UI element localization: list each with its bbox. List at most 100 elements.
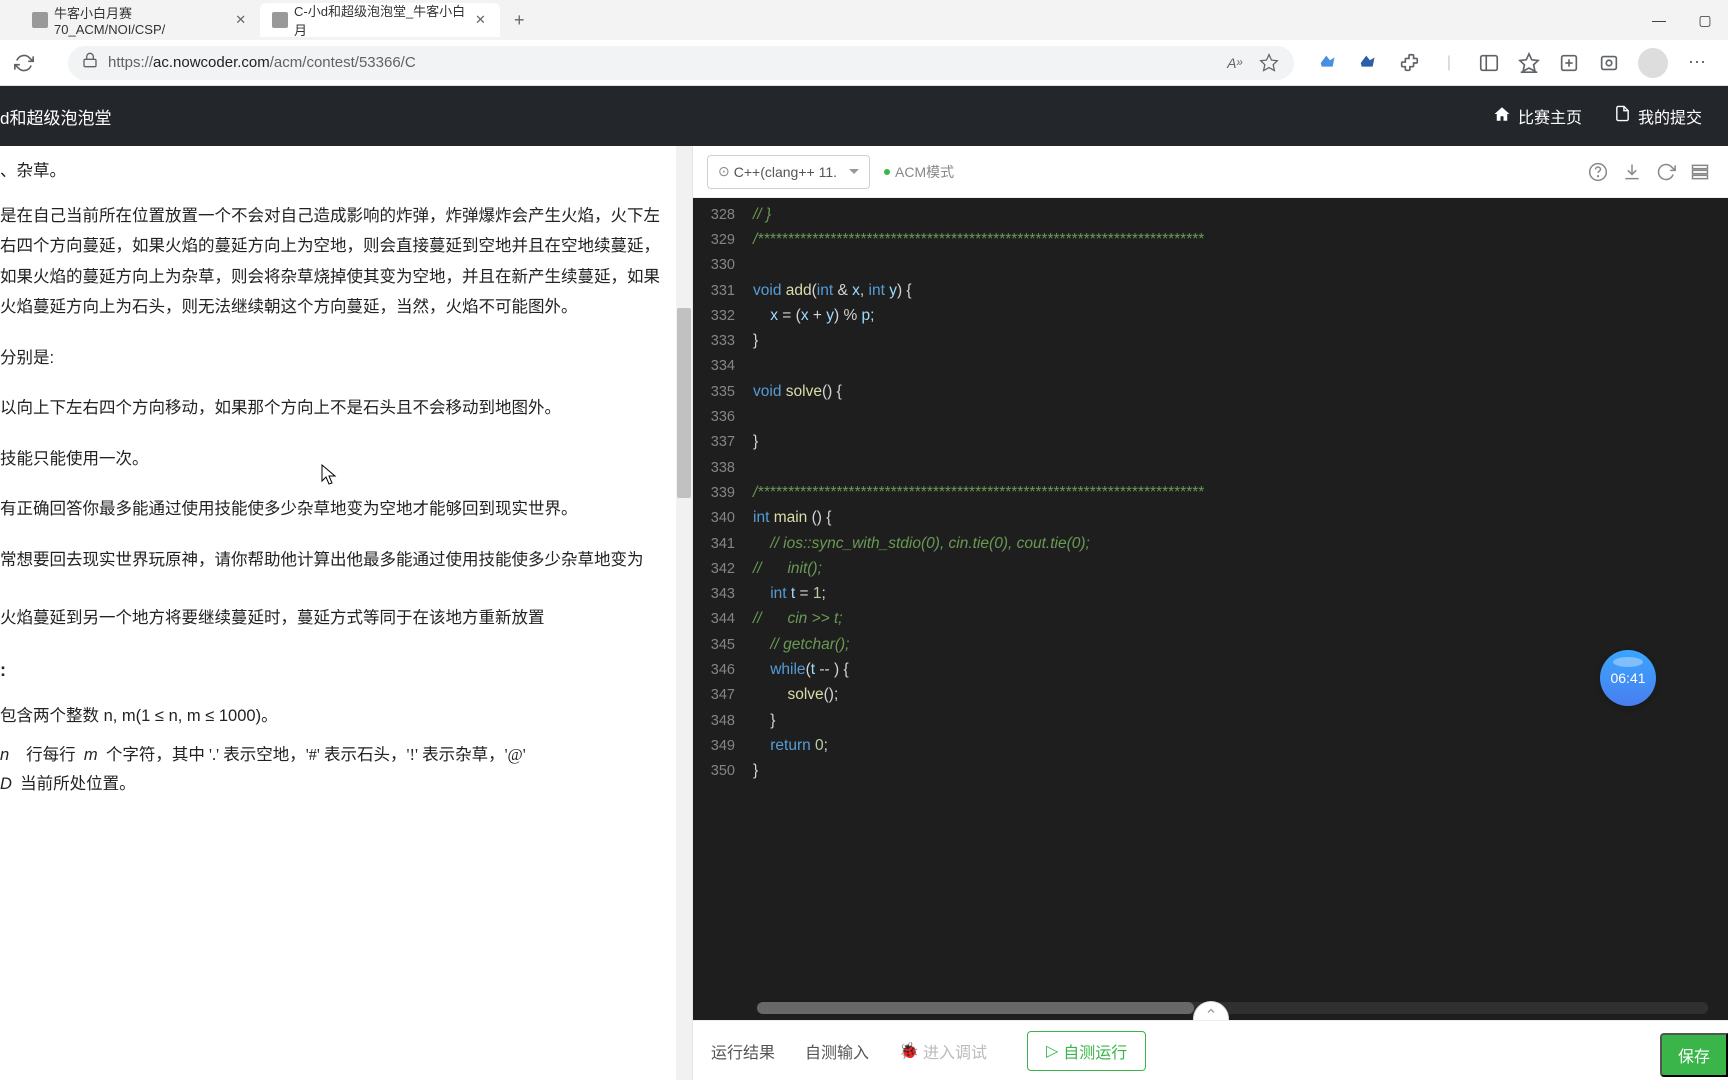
minimize-button[interactable]: —	[1636, 0, 1682, 40]
problem-text: 火焰蔓延到另一个地方将要继续蔓延时，蔓延方式等同于在该地方重新放置	[0, 603, 666, 634]
problem-text: :	[0, 654, 666, 687]
line-content: // cin >> t;	[753, 610, 843, 628]
line-content: }	[753, 762, 758, 780]
code-line[interactable]: 344// cin >> t;	[693, 607, 1728, 632]
tab-self-input[interactable]: 自测输入	[805, 1033, 869, 1069]
download-icon[interactable]	[1622, 162, 1642, 182]
code-line[interactable]: 346 while(t -- ) {	[693, 657, 1728, 682]
code-line[interactable]: 342// init();	[693, 556, 1728, 581]
line-number: 340	[693, 510, 753, 526]
address-bar[interactable]: https://ac.nowcoder.com/acm/contest/5336…	[68, 46, 1294, 80]
code-line[interactable]: 332 x = (x + y) % p;	[693, 303, 1728, 328]
close-icon[interactable]: ✕	[473, 12, 488, 28]
line-number: 349	[693, 738, 753, 754]
favorite-icon[interactable]	[1258, 52, 1280, 74]
acm-mode-indicator[interactable]: ACM模式	[884, 162, 954, 182]
editor-hscrollbar[interactable]	[757, 1002, 1708, 1014]
bird-icon-light[interactable]	[1318, 52, 1340, 74]
sidebar-icon[interactable]	[1478, 52, 1500, 74]
code-line[interactable]: 349 return 0;	[693, 733, 1728, 758]
tab-run-result[interactable]: 运行结果	[711, 1033, 775, 1069]
code-line[interactable]: 339/************************************…	[693, 480, 1728, 505]
timer-widget[interactable]: 06:41	[1600, 650, 1656, 706]
more-icon[interactable]: ⋯	[1686, 52, 1708, 74]
contest-home-link[interactable]: 比赛主页	[1493, 104, 1582, 128]
line-number: 344	[693, 611, 753, 627]
code-line[interactable]: 334	[693, 354, 1728, 379]
tab-title: 牛客小白月赛70_ACM/NOI/CSP/	[54, 3, 227, 37]
line-number: 341	[693, 536, 753, 552]
line-content: return 0;	[753, 737, 828, 755]
language-select[interactable]: ⊙ C++(clang++ 11.	[707, 155, 870, 189]
save-button[interactable]: 保存	[1660, 1033, 1728, 1077]
scrollbar-thumb[interactable]	[677, 308, 691, 498]
code-line[interactable]: 335void solve() {	[693, 379, 1728, 404]
code-line[interactable]: 337}	[693, 430, 1728, 455]
line-content: // init();	[753, 560, 822, 578]
problem-text: 技能只能使用一次。	[0, 444, 666, 475]
self-test-button[interactable]: ▷ 自测运行	[1027, 1031, 1146, 1071]
favorites-bar-icon[interactable]	[1518, 52, 1540, 74]
code-line[interactable]: 328// }	[693, 202, 1728, 227]
problem-content: 、杂草。 是在自己当前所在位置放置一个不会对自己造成影响的炸弹，炸弹爆炸会产生火…	[0, 146, 692, 828]
problem-text: nn 行每行 m 个字符，其中 '.' 表示空地，'#' 表示石头，'!' 表示…	[0, 741, 666, 797]
browser-tab-inactive[interactable]: 牛客小白月赛70_ACM/NOI/CSP/ ✕	[20, 3, 260, 37]
scrollbar-track[interactable]	[676, 146, 692, 1080]
home-icon	[1493, 105, 1511, 128]
code-line[interactable]: 329/************************************…	[693, 227, 1728, 252]
extensions-icon[interactable]	[1398, 52, 1420, 74]
line-content: void add(int & x, int y) {	[753, 282, 912, 300]
code-line[interactable]: 330	[693, 253, 1728, 278]
problem-panel: 、杂草。 是在自己当前所在位置放置一个不会对自己造成影响的炸弹，炸弹爆炸会产生火…	[0, 146, 692, 1080]
editor-toolbar: ⊙ C++(clang++ 11. ACM模式	[693, 146, 1728, 198]
browser-tab-active[interactable]: C-小d和超级泡泡堂_牛客小白月 ✕	[260, 3, 500, 37]
code-line[interactable]: 347 solve();	[693, 683, 1728, 708]
line-content: solve();	[753, 686, 838, 704]
problem-text: 以向上下左右四个方向移动，如果那个方向上不是石头且不会移动到地图外。	[0, 393, 666, 424]
collections-icon[interactable]	[1558, 52, 1580, 74]
problem-text: 常想要回去现实世界玩原神，请你帮助他计算出他最多能通过使用技能使多少杂草地变为	[0, 545, 666, 576]
code-line[interactable]: 338	[693, 455, 1728, 480]
line-number: 330	[693, 257, 753, 273]
url-text: https://ac.nowcoder.com/acm/contest/5336…	[108, 54, 416, 71]
status-dot-icon	[884, 169, 890, 175]
settings-icon[interactable]	[1690, 162, 1710, 182]
problem-text: 分别是:	[0, 343, 666, 374]
code-line[interactable]: 345 // getchar();	[693, 632, 1728, 657]
code-line[interactable]: 333}	[693, 328, 1728, 353]
maximize-button[interactable]: ▢	[1682, 0, 1728, 40]
line-number: 333	[693, 333, 753, 349]
line-number: 332	[693, 308, 753, 324]
problem-text: 、杂草。	[0, 156, 666, 187]
new-tab-button[interactable]: +	[506, 6, 533, 35]
code-line[interactable]: 348 }	[693, 708, 1728, 733]
reset-icon[interactable]	[1656, 162, 1676, 182]
profile-avatar[interactable]	[1638, 48, 1668, 78]
line-number: 335	[693, 384, 753, 400]
code-editor[interactable]: 328// }329/*****************************…	[693, 198, 1728, 1020]
close-icon[interactable]: ✕	[233, 12, 248, 28]
code-line[interactable]: 341 // ios::sync_with_stdio(0), cin.tie(…	[693, 531, 1728, 556]
refresh-icon[interactable]	[14, 53, 34, 73]
editor-panel: ⊙ C++(clang++ 11. ACM模式 328// }329/***	[692, 146, 1728, 1080]
line-number: 336	[693, 409, 753, 425]
code-line[interactable]: 336	[693, 404, 1728, 429]
code-line[interactable]: 340int main () {	[693, 506, 1728, 531]
line-content: }	[753, 712, 775, 730]
editor-hscroll-thumb[interactable]	[757, 1002, 1194, 1014]
line-content: while(t -- ) {	[753, 661, 849, 679]
code-line[interactable]: 350}	[693, 759, 1728, 784]
help-icon[interactable]	[1588, 162, 1608, 182]
code-line[interactable]: 343 int t = 1;	[693, 581, 1728, 606]
play-icon: ▷	[1046, 1041, 1058, 1061]
line-number: 342	[693, 561, 753, 577]
problem-text: 有正确回答你最多能通过使用技能使多少杂草地变为空地才能够回到现实世界。	[0, 494, 666, 525]
bird-icon-dark[interactable]	[1358, 52, 1380, 74]
tab-favicon	[32, 12, 48, 28]
line-content: void solve() {	[753, 383, 842, 401]
line-number: 334	[693, 358, 753, 374]
reader-icon[interactable]: A»	[1224, 52, 1246, 74]
code-line[interactable]: 331void add(int & x, int y) {	[693, 278, 1728, 303]
downloads-icon[interactable]	[1598, 52, 1620, 74]
my-submissions-link[interactable]: 我的提交	[1614, 104, 1702, 128]
